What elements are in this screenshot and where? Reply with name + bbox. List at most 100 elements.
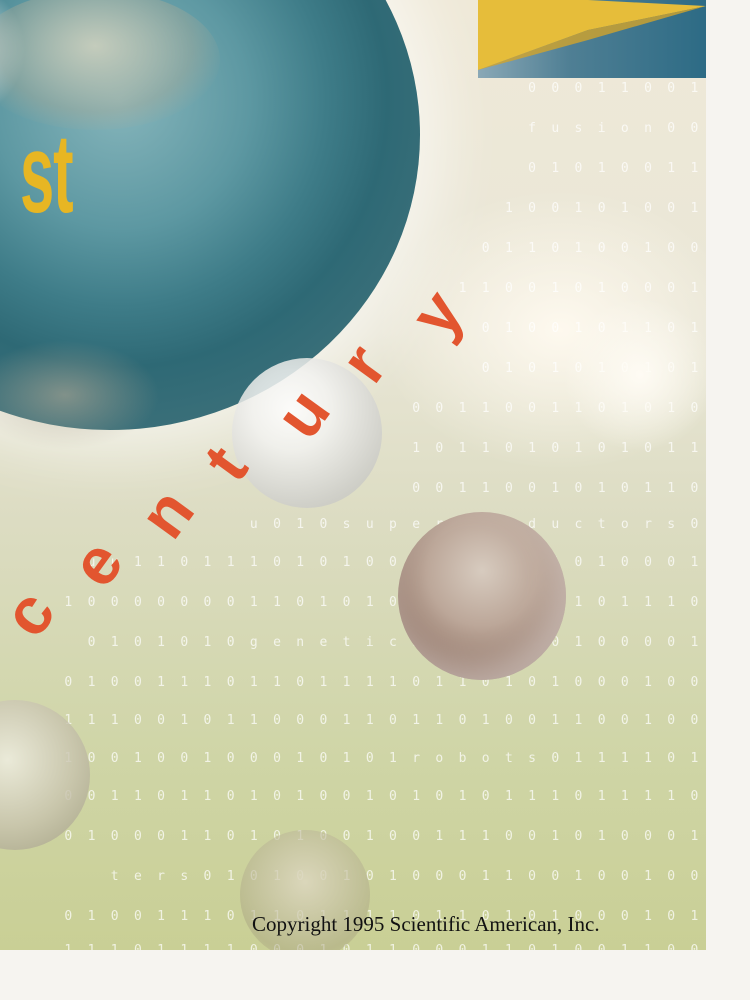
binary-char: 0 bbox=[551, 241, 560, 256]
binary-char: 0 bbox=[389, 713, 397, 728]
binary-char: t bbox=[110, 869, 119, 884]
binary-char: 1 bbox=[64, 595, 73, 610]
copyright-notice: Copyright 1995 Scientific American, Inc. bbox=[252, 912, 600, 936]
binary-char: u bbox=[365, 517, 374, 532]
binary-char: 0 bbox=[203, 595, 212, 610]
binary-char: 1 bbox=[458, 441, 467, 456]
binary-char: 0 bbox=[273, 555, 281, 570]
binary-char: 1 bbox=[644, 751, 652, 766]
binary-char: 0 bbox=[273, 751, 281, 766]
binary-char: 0 bbox=[405, 940, 428, 950]
binary-char: 1 bbox=[249, 789, 258, 804]
binary-char: 0 bbox=[133, 909, 142, 924]
binary-char: 0 bbox=[412, 481, 421, 496]
binary-char: 0 bbox=[319, 555, 328, 570]
binary-row: 1110010110001101101001100100 bbox=[0, 710, 706, 732]
binary-char: 1 bbox=[597, 161, 606, 176]
binary-char: 1 bbox=[528, 441, 536, 456]
binary-char: 1 bbox=[667, 481, 676, 496]
binary-char: 1 bbox=[365, 789, 374, 804]
binary-char: 0 bbox=[319, 789, 328, 804]
binary-char: 0 bbox=[551, 441, 560, 456]
binary-char: 1 bbox=[504, 241, 513, 256]
binary-char: r bbox=[644, 517, 652, 532]
binary-char: 1 bbox=[504, 361, 513, 376]
binary-char: 0 bbox=[481, 361, 490, 376]
binary-char: 0 bbox=[504, 281, 513, 296]
binary-row: 0100011010100100111001010001 bbox=[0, 826, 706, 848]
binary-char: 0 bbox=[620, 555, 629, 570]
binary-char: 0 bbox=[528, 81, 536, 96]
binary-char: 1 bbox=[319, 595, 328, 610]
binary-char: 0 bbox=[481, 789, 490, 804]
binary-char: 0 bbox=[590, 940, 613, 950]
binary-char: 0 bbox=[110, 751, 119, 766]
binary-char: 1 bbox=[481, 713, 490, 728]
binary-char: o bbox=[435, 751, 444, 766]
binary-char: 0 bbox=[597, 713, 606, 728]
binary-char: 0 bbox=[620, 675, 629, 690]
binary-char: 1 bbox=[249, 555, 258, 570]
page-margin-right bbox=[706, 0, 750, 1000]
binary-char: 1 bbox=[644, 481, 652, 496]
binary-char: 1 bbox=[620, 81, 629, 96]
binary-char: 1 bbox=[620, 789, 629, 804]
binary-char: 1 bbox=[597, 481, 606, 496]
binary-char: 1 bbox=[87, 713, 96, 728]
binary-char: e bbox=[412, 517, 421, 532]
binary-char: 1 bbox=[644, 713, 652, 728]
binary-char: 1 bbox=[365, 829, 374, 844]
binary-char: 1 bbox=[504, 869, 513, 884]
binary-char: 0 bbox=[389, 789, 397, 804]
binary-char: 0 bbox=[574, 555, 583, 570]
binary-row: u010superconductors0 bbox=[0, 514, 706, 536]
binary-char: r bbox=[412, 751, 421, 766]
binary-char: 0 bbox=[435, 441, 444, 456]
binary-char: 1 bbox=[613, 940, 636, 950]
binary-char: 0 bbox=[597, 201, 606, 216]
binary-char: o bbox=[620, 517, 629, 532]
binary-char: 0 bbox=[667, 241, 676, 256]
binary-char: 1 bbox=[180, 789, 189, 804]
binary-char: 0 bbox=[296, 675, 305, 690]
binary-row: 100100100010101robots0111101 bbox=[0, 748, 706, 770]
binary-char: 1 bbox=[180, 829, 189, 844]
binary-char: 0 bbox=[451, 940, 474, 950]
binary-char: 1 bbox=[690, 751, 699, 766]
binary-char: i bbox=[365, 635, 374, 650]
binary-char: c bbox=[389, 635, 397, 650]
binary-char: 1 bbox=[157, 555, 165, 570]
binary-char: 1 bbox=[458, 481, 467, 496]
binary-char: 0 bbox=[504, 441, 513, 456]
binary-char: 0 bbox=[620, 829, 629, 844]
binary-char: 1 bbox=[412, 441, 421, 456]
binary-char: 1 bbox=[87, 829, 96, 844]
binary-char: s bbox=[342, 517, 351, 532]
binary-char: 1 bbox=[528, 241, 536, 256]
binary-char: 1 bbox=[226, 713, 235, 728]
binary-char: 0 bbox=[551, 81, 560, 96]
binary-char: 1 bbox=[551, 675, 560, 690]
binary-char: 0 bbox=[574, 789, 583, 804]
binary-char: 0 bbox=[435, 481, 444, 496]
binary-char: 1 bbox=[412, 789, 421, 804]
binary-char: 0 bbox=[412, 401, 421, 416]
binary-char: 0 bbox=[567, 940, 590, 950]
binary-char: 0 bbox=[203, 713, 212, 728]
binary-char: 0 bbox=[226, 751, 235, 766]
binary-char: 1 bbox=[342, 751, 351, 766]
binary-char: 1 bbox=[481, 829, 490, 844]
binary-char: f bbox=[528, 121, 536, 136]
binary-char: o bbox=[481, 751, 490, 766]
binary-char: 1 bbox=[57, 940, 80, 950]
binary-char: 0 bbox=[528, 281, 536, 296]
binary-char: 0 bbox=[110, 675, 119, 690]
binary-char: 0 bbox=[667, 675, 676, 690]
binary-char: 0 bbox=[597, 595, 606, 610]
binary-char: 0 bbox=[574, 81, 583, 96]
binary-char: 1 bbox=[690, 281, 699, 296]
binary-char: u bbox=[110, 555, 119, 570]
binary-char: 1 bbox=[203, 909, 212, 924]
binary-char: 0 bbox=[574, 481, 583, 496]
binary-char: 0 bbox=[87, 635, 96, 650]
